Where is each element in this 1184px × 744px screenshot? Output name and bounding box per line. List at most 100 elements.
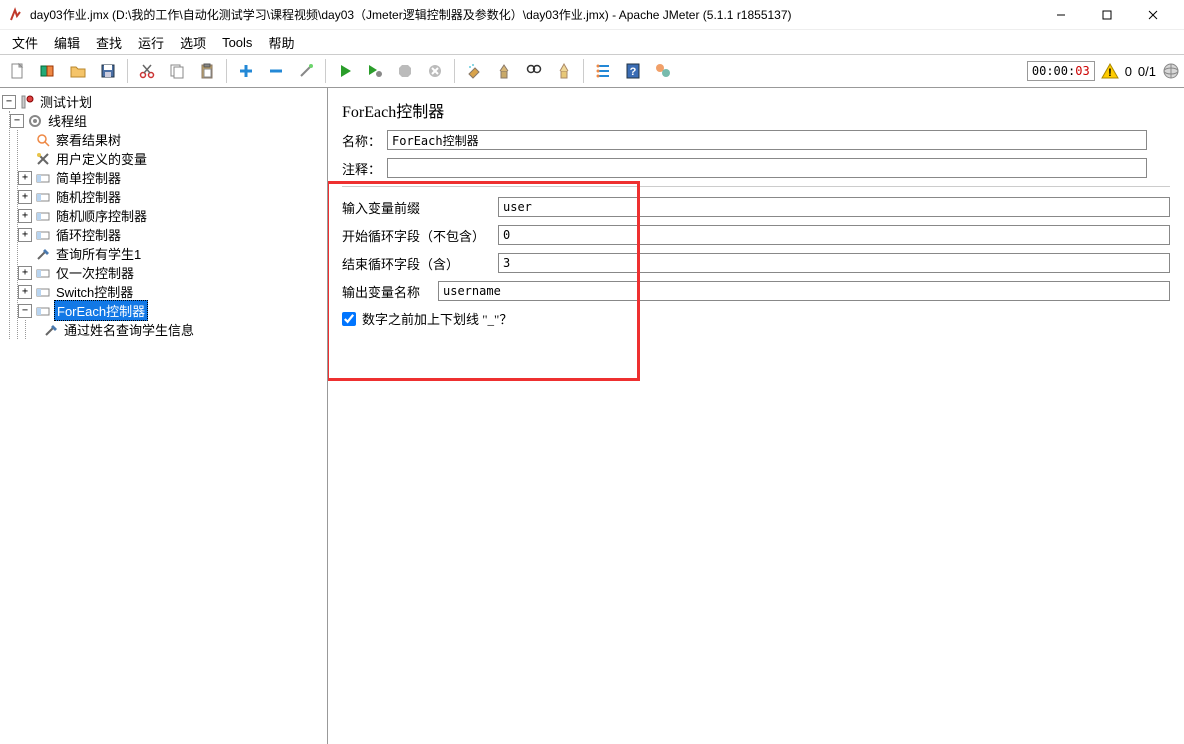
expand-icon[interactable]: + bbox=[18, 171, 32, 185]
sampler-icon bbox=[43, 322, 59, 338]
tree-label: ForEach控制器 bbox=[54, 300, 148, 321]
templates-button[interactable] bbox=[34, 57, 62, 85]
output-input[interactable] bbox=[438, 281, 1170, 301]
row-comment: 注释： bbox=[342, 158, 1170, 178]
tree-label: 用户定义的变量 bbox=[54, 149, 149, 168]
controller-icon bbox=[35, 303, 51, 319]
add-button[interactable] bbox=[232, 57, 260, 85]
separator bbox=[454, 59, 455, 83]
vars-icon bbox=[35, 151, 51, 167]
clear-button[interactable] bbox=[460, 57, 488, 85]
start-input[interactable] bbox=[498, 225, 1170, 245]
collapse-icon[interactable]: − bbox=[18, 304, 32, 318]
paste-button[interactable] bbox=[193, 57, 221, 85]
new-button[interactable] bbox=[4, 57, 32, 85]
output-label: 输出变量名称 bbox=[342, 282, 432, 301]
menu-file[interactable]: 文件 bbox=[6, 31, 44, 54]
tree-threadgroup[interactable]: − 线程组 bbox=[10, 111, 325, 130]
toolbar: ? 00:00:03 ! 0 0/1 bbox=[0, 54, 1184, 88]
tree-label: 线程组 bbox=[46, 111, 89, 130]
controller-icon bbox=[35, 284, 51, 300]
expand-icon[interactable]: + bbox=[18, 190, 32, 204]
tree-label: 仅一次控制器 bbox=[54, 263, 136, 282]
row-start: 开始循环字段（不包含） bbox=[342, 225, 1170, 245]
wand-button[interactable] bbox=[292, 57, 320, 85]
tree-label: 随机顺序控制器 bbox=[54, 206, 149, 225]
collapse-icon[interactable]: − bbox=[2, 95, 16, 109]
tree-item[interactable]: 通过姓名查询学生信息 bbox=[26, 320, 325, 339]
remove-button[interactable] bbox=[262, 57, 290, 85]
testplan-icon bbox=[19, 94, 35, 110]
expand-icon[interactable]: + bbox=[18, 285, 32, 299]
prefix-input[interactable] bbox=[498, 197, 1170, 217]
tree-item[interactable]: 用户定义的变量 bbox=[18, 149, 325, 168]
tree-item[interactable]: +简单控制器 bbox=[18, 168, 325, 187]
prefix-label: 输入变量前缀 bbox=[342, 198, 492, 217]
thread-counts: 0/1 bbox=[1138, 64, 1156, 79]
maximize-button[interactable] bbox=[1084, 0, 1130, 30]
reset-search-button[interactable] bbox=[550, 57, 578, 85]
underscore-checkbox[interactable] bbox=[342, 312, 356, 326]
copy-button[interactable] bbox=[163, 57, 191, 85]
expand-icon[interactable]: + bbox=[18, 228, 32, 242]
expand-icon[interactable]: + bbox=[18, 209, 32, 223]
menu-run[interactable]: 运行 bbox=[132, 31, 170, 54]
separator bbox=[583, 59, 584, 83]
results-icon bbox=[35, 132, 51, 148]
name-input[interactable] bbox=[387, 130, 1147, 150]
warn-count: 0 bbox=[1125, 64, 1132, 79]
minimize-button[interactable] bbox=[1038, 0, 1084, 30]
save-button[interactable] bbox=[94, 57, 122, 85]
tree-root[interactable]: − 测试计划 bbox=[2, 92, 325, 111]
row-name: 名称： bbox=[342, 130, 1170, 150]
timer-prefix: 00:00: bbox=[1032, 64, 1075, 78]
cut-button[interactable] bbox=[133, 57, 161, 85]
menu-search[interactable]: 查找 bbox=[90, 31, 128, 54]
comment-input[interactable] bbox=[387, 158, 1147, 178]
menu-help[interactable]: 帮助 bbox=[262, 31, 300, 54]
clear-all-button[interactable] bbox=[490, 57, 518, 85]
menu-tools[interactable]: Tools bbox=[216, 33, 258, 52]
tree-item[interactable]: 察看结果树 bbox=[18, 130, 325, 149]
tree-item[interactable]: +随机控制器 bbox=[18, 187, 325, 206]
tree-item[interactable]: +Switch控制器 bbox=[18, 282, 325, 301]
row-underscore: 数字之前加上下划线 "_"？ bbox=[342, 309, 1170, 328]
start-no-pause-button[interactable] bbox=[361, 57, 389, 85]
globe-icon[interactable] bbox=[1162, 62, 1180, 80]
menu-options[interactable]: 选项 bbox=[174, 31, 212, 54]
tree-item[interactable]: + 仅一次控制器 bbox=[18, 263, 325, 282]
stop-button[interactable] bbox=[391, 57, 419, 85]
help-button[interactable]: ? bbox=[619, 57, 647, 85]
threadgroup-icon bbox=[27, 113, 43, 129]
loop-section: 输入变量前缀 开始循环字段（不包含） 结束循环字段（含） 输出变量名称 数字之前… bbox=[342, 186, 1170, 328]
tree-item[interactable]: + 随机顺序控制器 bbox=[18, 206, 325, 225]
name-label: 名称： bbox=[342, 131, 381, 150]
open-button[interactable] bbox=[64, 57, 92, 85]
toggle-button[interactable] bbox=[649, 57, 677, 85]
expand-icon[interactable]: + bbox=[18, 266, 32, 280]
tree-item-selected[interactable]: − ForEach控制器 bbox=[18, 301, 325, 320]
row-end: 结束循环字段（含） bbox=[342, 253, 1170, 273]
row-prefix: 输入变量前缀 bbox=[342, 197, 1170, 217]
tree-pane[interactable]: − 测试计划 − 线程组 察看结果树 bbox=[0, 88, 328, 744]
shutdown-button[interactable] bbox=[421, 57, 449, 85]
search-button[interactable] bbox=[520, 57, 548, 85]
end-input[interactable] bbox=[498, 253, 1170, 273]
tree-item[interactable]: + 循环控制器 bbox=[18, 225, 325, 244]
svg-text:?: ? bbox=[630, 66, 637, 78]
controller-icon bbox=[35, 227, 51, 243]
menu-edit[interactable]: 编辑 bbox=[48, 31, 86, 54]
start-button[interactable] bbox=[331, 57, 359, 85]
window-title: day03作业.jmx (D:\我的工作\自动化测试学习\课程视频\day03（… bbox=[30, 6, 1038, 23]
form-title: ForEach控制器 bbox=[342, 98, 1170, 122]
tree-item[interactable]: 查询所有学生1 bbox=[18, 244, 325, 263]
timer-display: 00:00:03 bbox=[1027, 61, 1095, 81]
title-bar: day03作业.jmx (D:\我的工作\自动化测试学习\课程视频\day03（… bbox=[0, 0, 1184, 30]
controller-icon bbox=[35, 265, 51, 281]
collapse-icon[interactable]: − bbox=[10, 114, 24, 128]
warning-icon[interactable]: ! bbox=[1101, 62, 1119, 80]
close-button[interactable] bbox=[1130, 0, 1176, 30]
underscore-label: 数字之前加上下划线 "_"？ bbox=[362, 309, 512, 328]
tree-label: 循环控制器 bbox=[54, 225, 123, 244]
function-helper-button[interactable] bbox=[589, 57, 617, 85]
